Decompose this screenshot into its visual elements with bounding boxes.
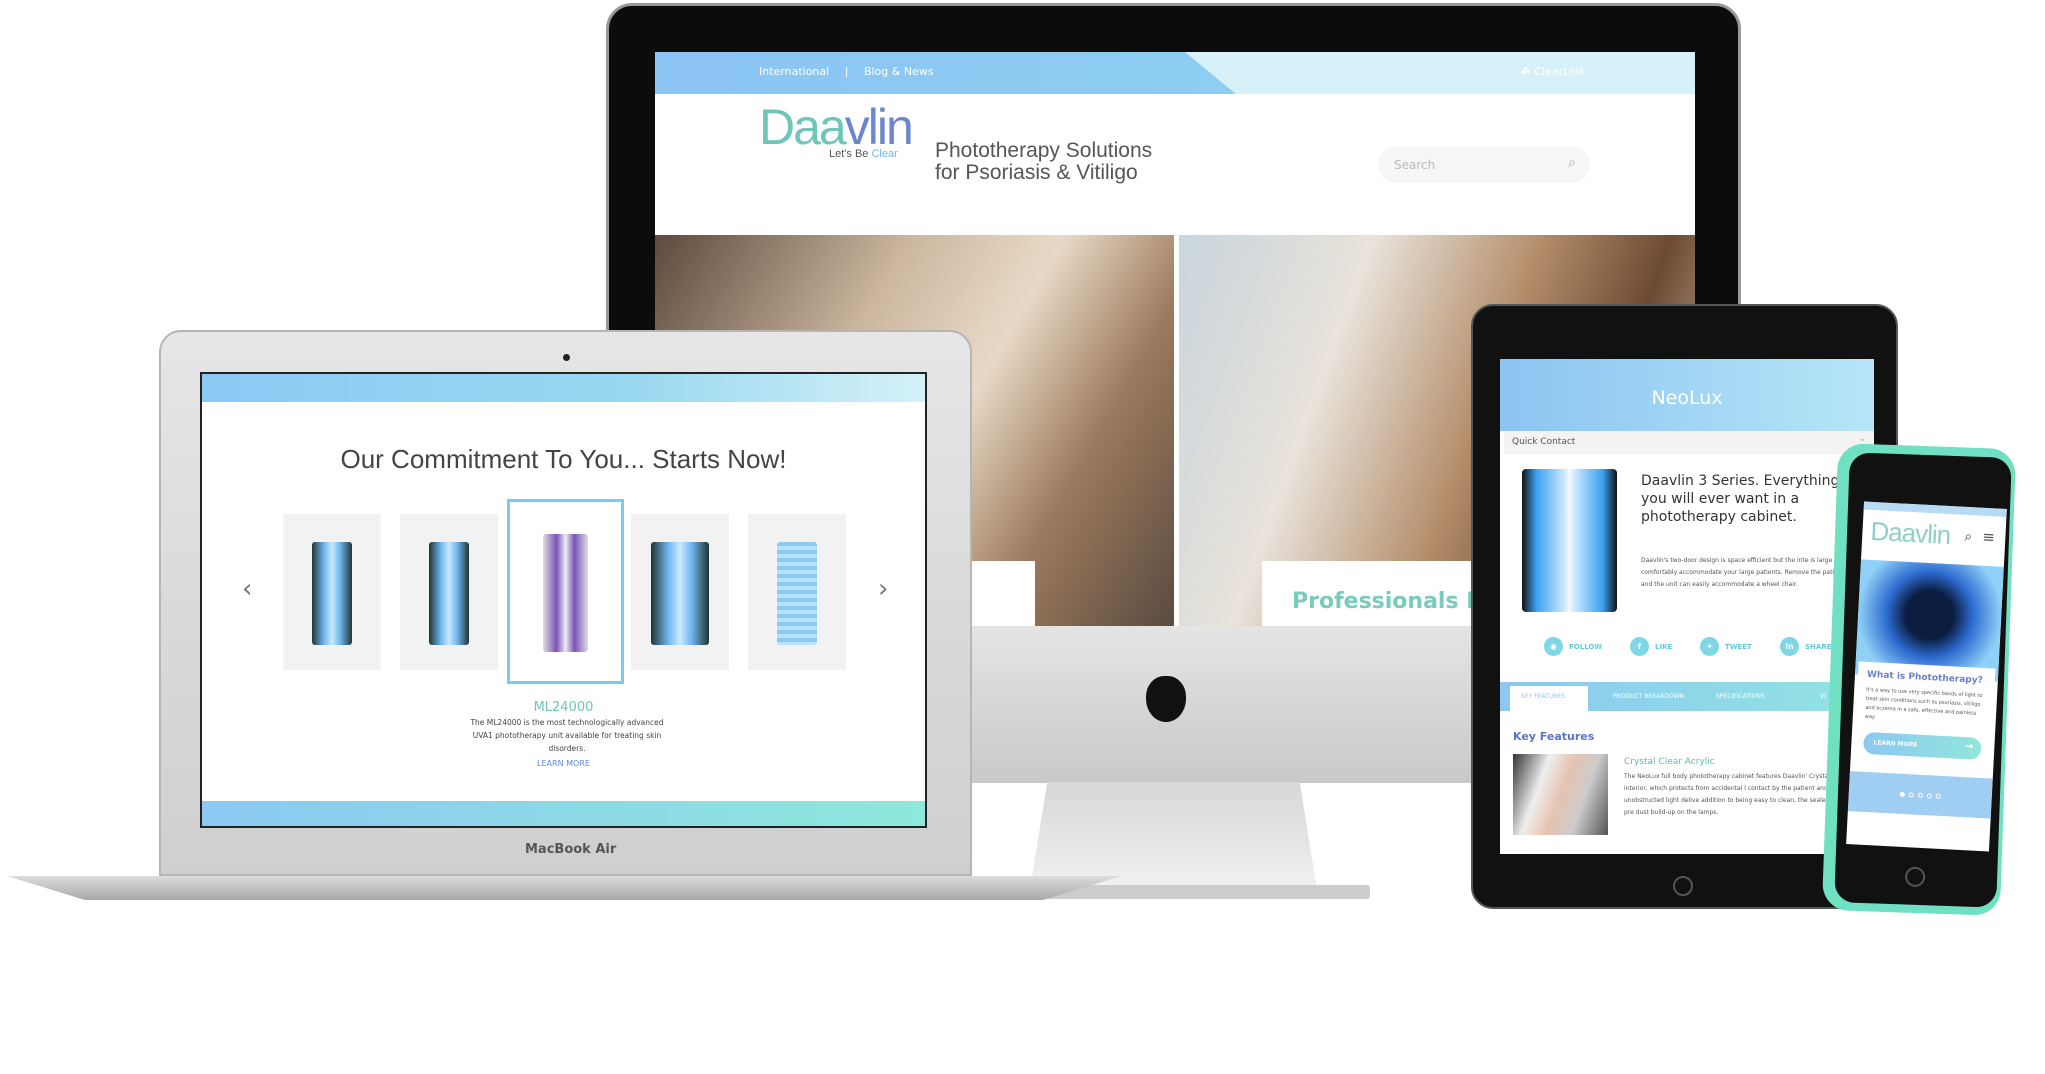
social-tweet[interactable]: ✦ TWEET (1700, 637, 1752, 656)
clearlink-icon: ☘ (1521, 65, 1535, 78)
quick-contact-bar[interactable]: Quick Contact ⌄ (1504, 431, 1874, 454)
camera-icon (563, 354, 570, 361)
search-input[interactable]: Search ⌕ (1378, 147, 1590, 183)
top-bar: International | Blog & News ☘ ClearLink (655, 52, 1695, 94)
macbook-base (7, 876, 1121, 900)
tablet-headline: Daavlin 3 Series. Everything you will ev… (1641, 473, 1840, 525)
tab-more[interactable]: VI (1820, 693, 1826, 700)
product-name: ML24000 (533, 700, 594, 715)
product-thumb-selected[interactable] (507, 499, 624, 684)
product-tabs: KEY FEATURES PRODUCT BREAKDOWN SPECIFICA… (1500, 682, 1874, 711)
dot-active[interactable] (1899, 791, 1905, 797)
social-share[interactable]: in SHARE (1780, 637, 1832, 656)
product-thumb[interactable] (748, 514, 846, 670)
home-button[interactable] (1904, 866, 1926, 888)
macbook-brand: MacBook Air (525, 842, 617, 857)
social-follow[interactable]: ◉ FOLLOW (1544, 637, 1602, 656)
home-button[interactable] (1673, 876, 1693, 896)
mobile-card-body: It's a way to use very specific bands of… (1864, 686, 1983, 721)
cabinet-image (1522, 469, 1617, 612)
carousel-prev-arrow[interactable]: ‹ (242, 574, 252, 604)
dot[interactable] (1935, 793, 1941, 799)
tab-product-breakdown[interactable]: PRODUCT BREAKDOWN (1613, 693, 1684, 700)
tab-specifications[interactable]: SPECIFICATIONS (1716, 693, 1765, 700)
apple-logo-icon (1146, 676, 1186, 722)
laptop-footer-bar (202, 801, 925, 826)
top-links: International | Blog & News (759, 65, 934, 78)
mobile-website: Daavlin ⌕ ≡ What is Phototherapy? It's a… (1846, 501, 2007, 852)
tablet-website: NeoLux Quick Contact ⌄ Daavlin 3 Series.… (1500, 359, 1874, 854)
rss-icon: ◉ (1544, 637, 1563, 656)
dot[interactable] (1908, 791, 1914, 797)
search-icon[interactable]: ⌕ (1568, 155, 1576, 171)
laptop-website: Our Commitment To You... Starts Now! ‹ ›… (200, 372, 927, 828)
dot[interactable] (1917, 792, 1923, 798)
twitter-icon: ✦ (1700, 637, 1719, 656)
daavlin-logo[interactable]: Daavlin Let's Be Clear (759, 98, 914, 160)
laptop-top-bar (202, 374, 925, 402)
link-international[interactable]: International (759, 65, 829, 78)
imac-stand (1030, 782, 1317, 890)
laptop-heading: Our Commitment To You... Starts Now! (340, 444, 787, 474)
dot[interactable] (1926, 792, 1932, 798)
carousel-next-arrow[interactable]: › (878, 574, 888, 604)
clearlink-link[interactable]: ☘ ClearLink (1521, 65, 1586, 78)
menu-icon[interactable]: ≡ (1982, 528, 1996, 547)
arrow-right-icon: → (1964, 741, 1974, 753)
carousel-dots (1847, 771, 1993, 819)
tablet-title: NeoLux (1651, 387, 1723, 409)
linkedin-icon: in (1780, 637, 1799, 656)
facebook-icon: f (1630, 637, 1649, 656)
search-icon[interactable]: ⌕ (1964, 529, 1973, 545)
link-blog-news[interactable]: Blog & News (864, 65, 934, 78)
feature-image (1513, 754, 1608, 835)
product-thumb[interactable] (631, 514, 729, 670)
chevron-down-icon: ⌄ (1858, 434, 1866, 444)
mobile-logo[interactable]: Daavlin (1870, 516, 1951, 551)
feature-title: Crystal Clear Acrylic (1624, 757, 1715, 767)
product-thumb[interactable] (283, 514, 381, 670)
product-thumb[interactable] (400, 514, 498, 670)
tab-key-features[interactable]: KEY FEATURES (1521, 693, 1565, 700)
learn-more-link[interactable]: LEARN MORE (202, 759, 925, 768)
social-like[interactable]: f LIKE (1630, 637, 1672, 656)
section-title: Key Features (1513, 730, 1595, 743)
product-description: The ML24000 is the most technologically … (470, 718, 664, 753)
site-tagline: Phototherapy Solutions for Psoriasis & V… (935, 139, 1153, 184)
